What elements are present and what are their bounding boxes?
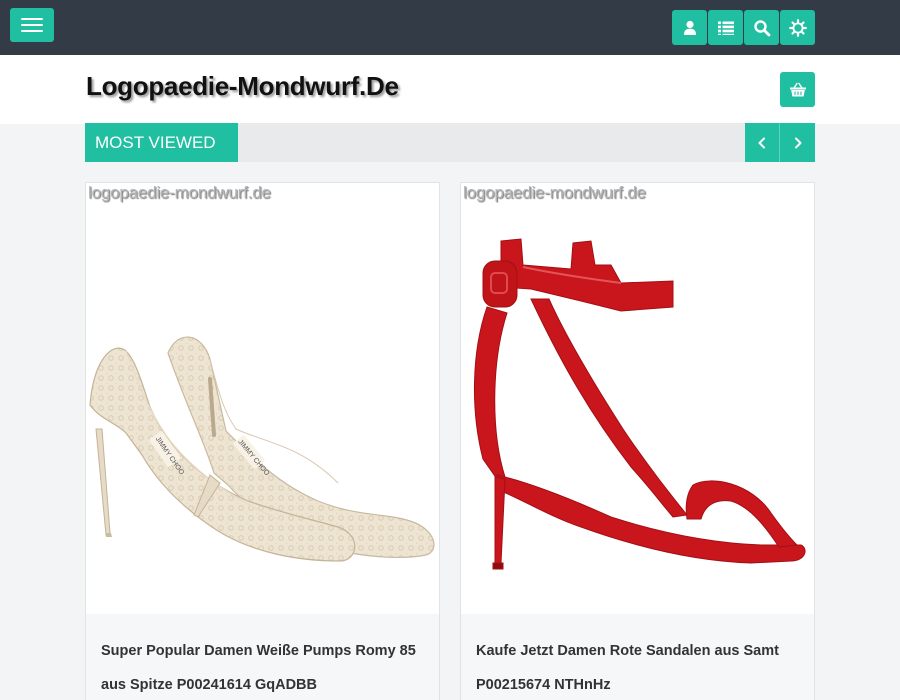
product-title[interactable]: Super Popular Damen Weiße Pumps Romy 85 … (101, 634, 426, 700)
image-watermark: logopaedie-mondwurf.de (88, 183, 271, 202)
most-viewed-section-header: MOST VIEWED (85, 123, 815, 162)
site-header: Logopaedie-Mondwurf.De (0, 55, 900, 124)
carousel-prev-button[interactable] (745, 123, 780, 162)
top-navigation-bar (0, 0, 900, 55)
image-watermark: logopaedie-mondwurf.de (463, 183, 646, 202)
list-icon (717, 21, 734, 35)
user-icon (683, 20, 696, 35)
site-logo[interactable]: Logopaedie-Mondwurf.De (86, 71, 399, 102)
carousel-next-button[interactable] (780, 123, 815, 162)
product-image[interactable]: JIMMY CHOO JIMMY CHOO logopaedie-mondwur… (86, 183, 439, 614)
list-button[interactable] (708, 10, 743, 45)
search-button[interactable] (744, 10, 779, 45)
product-image[interactable]: logopaedie-mondwurf.de (461, 183, 814, 614)
gear-icon (788, 18, 807, 37)
cart-button[interactable] (780, 72, 815, 107)
product-card[interactable]: JIMMY CHOO JIMMY CHOO logopaedie-mondwur… (85, 182, 440, 700)
section-title: MOST VIEWED (85, 123, 238, 162)
cream-lace-pump-image: JIMMY CHOO JIMMY CHOO (89, 336, 435, 562)
section-title-arrow (226, 123, 238, 161)
hamburger-icon (21, 18, 43, 32)
menu-toggle-button[interactable] (10, 8, 54, 42)
chevron-left-icon (758, 137, 765, 148)
settings-button[interactable] (780, 10, 815, 45)
account-button[interactable] (672, 10, 707, 45)
search-icon (753, 19, 770, 36)
basket-icon (789, 82, 806, 96)
product-card[interactable]: logopaedie-mondwurf.de Kaufe Jetzt Damen… (460, 182, 815, 700)
chevron-right-icon (794, 137, 801, 148)
product-title[interactable]: Kaufe Jetzt Damen Rote Sandalen aus Samt… (476, 634, 801, 700)
red-velvet-sandal-image (473, 238, 806, 570)
